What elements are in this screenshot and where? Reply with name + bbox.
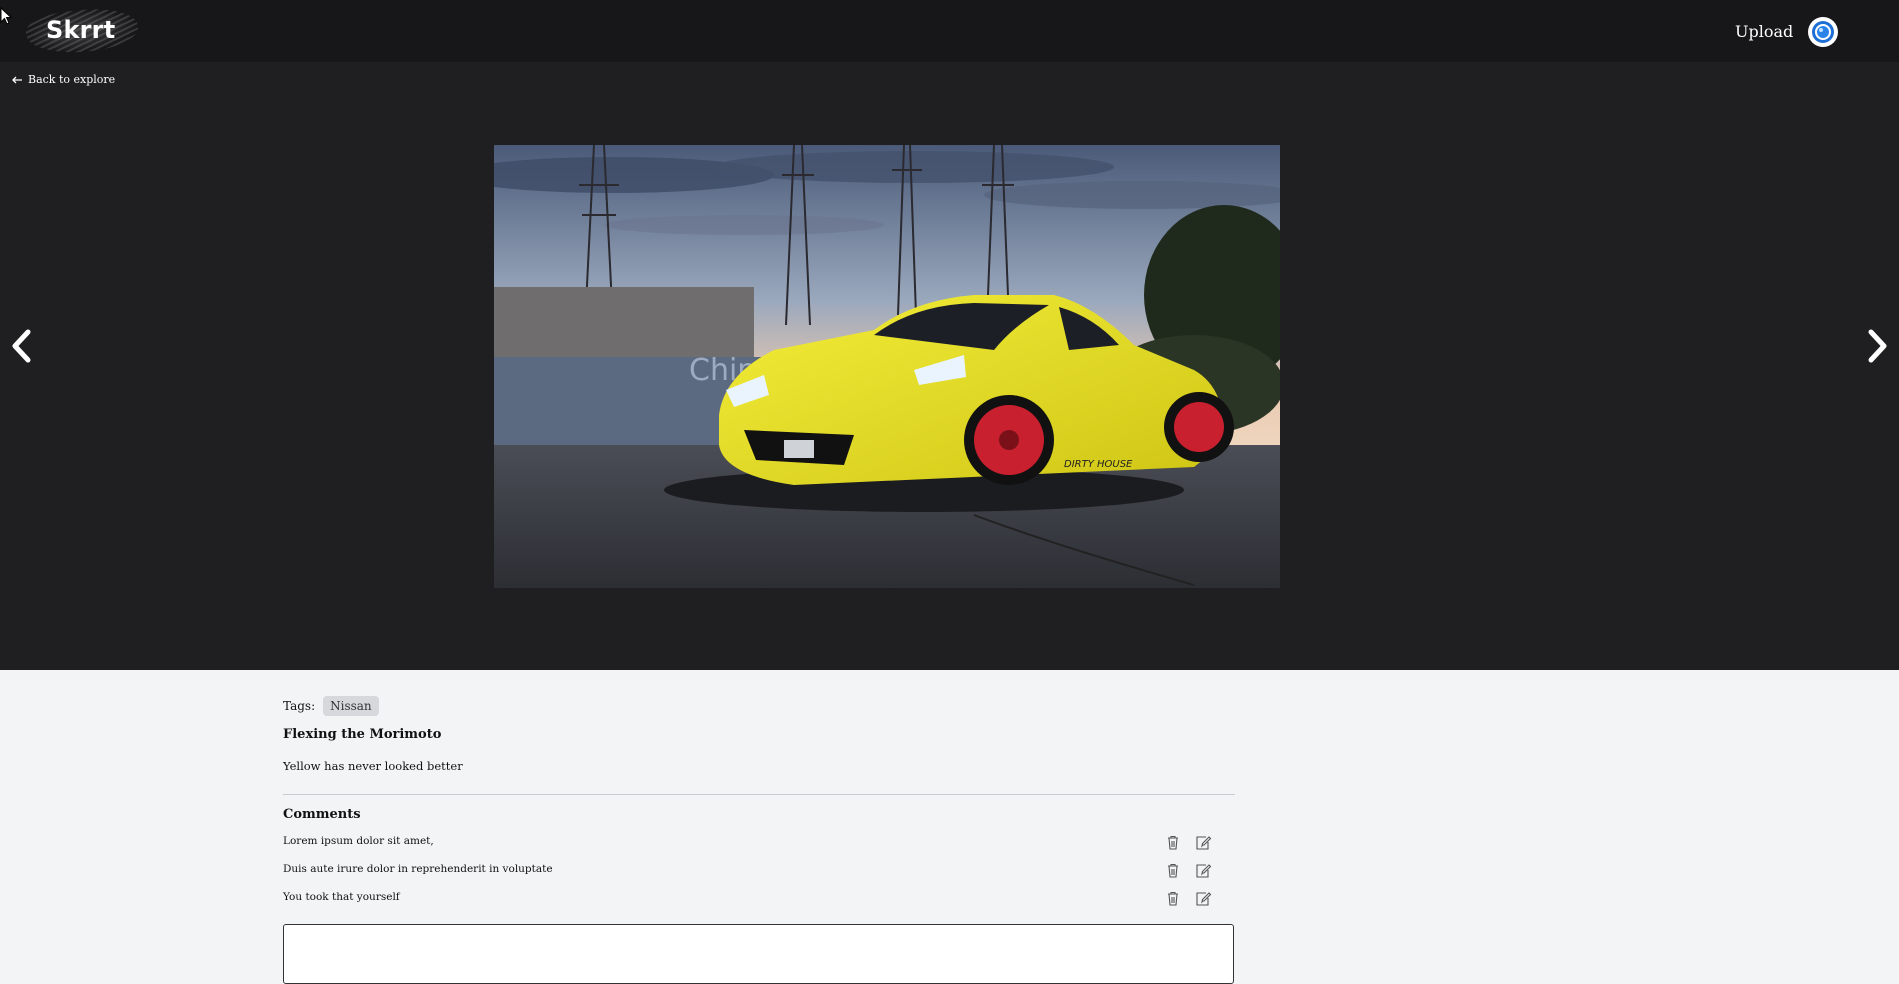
post-title: Flexing the Morimoto — [283, 727, 442, 742]
comment-text: Lorem ipsum dolor sit amet, — [283, 835, 434, 847]
chevron-left-icon[interactable] — [6, 326, 36, 366]
mouse-cursor-icon — [0, 7, 12, 25]
trash-icon[interactable] — [1166, 891, 1180, 906]
divider — [283, 794, 1235, 795]
edit-icon[interactable] — [1195, 891, 1212, 906]
logo-text: Skrrt — [46, 16, 116, 44]
comments-heading: Comments — [283, 807, 361, 822]
logo[interactable]: Skrrt — [22, 4, 140, 58]
comment-item: Duis aute irure dolor in reprehenderit i… — [283, 863, 1235, 883]
tags-label: Tags: — [283, 699, 316, 713]
trash-icon[interactable] — [1166, 863, 1180, 878]
photo-viewer: Back to explore China DIRTY HOUSE — [0, 62, 1899, 670]
edit-icon[interactable] — [1195, 863, 1212, 878]
comment-input[interactable] — [283, 924, 1234, 984]
comment-text: Duis aute irure dolor in reprehenderit i… — [283, 863, 553, 875]
svg-text:DIRTY HOUSE: DIRTY HOUSE — [1064, 459, 1133, 470]
edit-icon[interactable] — [1195, 835, 1212, 850]
tag-chip[interactable]: Nissan — [323, 696, 379, 716]
upload-link[interactable]: Upload — [1735, 22, 1793, 41]
comment-item: Lorem ipsum dolor sit amet, — [283, 835, 1235, 855]
tags-row: Tags: Nissan — [283, 696, 379, 716]
chevron-right-icon[interactable] — [1863, 326, 1893, 366]
comment-actions — [1166, 835, 1212, 850]
trash-icon[interactable] — [1166, 835, 1180, 850]
comment-actions — [1166, 891, 1212, 906]
arrow-left-icon — [12, 76, 22, 83]
back-link-label: Back to explore — [28, 73, 116, 86]
back-to-explore-link[interactable]: Back to explore — [12, 73, 115, 86]
comment-actions — [1166, 863, 1212, 878]
camera-lens-icon[interactable] — [1808, 17, 1838, 47]
post-description: Yellow has never looked better — [283, 759, 463, 773]
top-navbar: Skrrt Upload — [0, 0, 1899, 62]
car-photo: China DIRTY HOUSE — [494, 145, 1280, 588]
comment-text: You took that yourself — [283, 891, 400, 903]
comment-item: You took that yourself — [283, 891, 1235, 911]
